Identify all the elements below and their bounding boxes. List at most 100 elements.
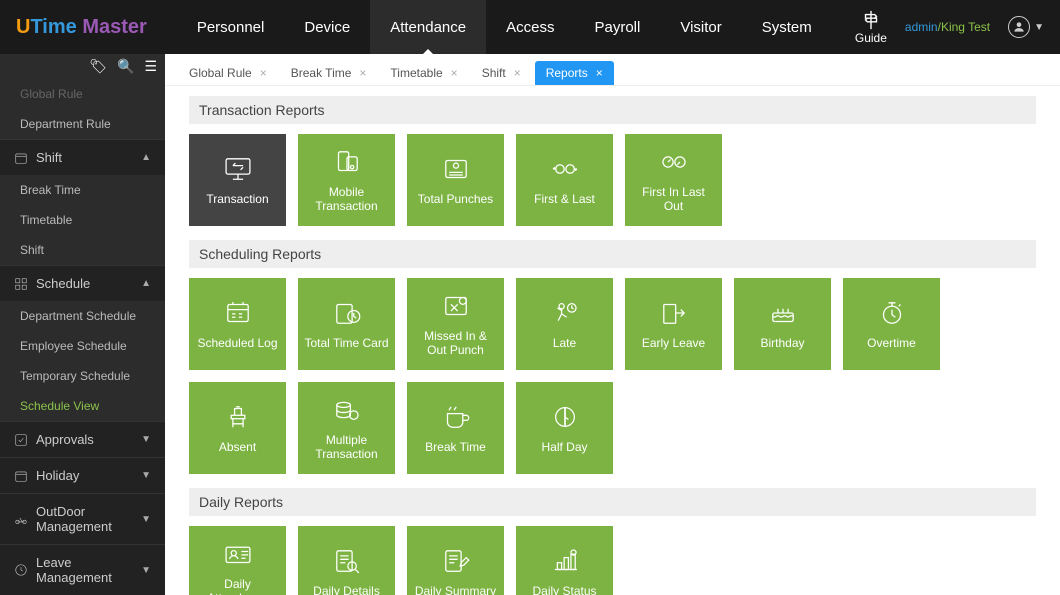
tab-label: Reports (546, 66, 588, 80)
tile-first-last[interactable]: First & Last (516, 134, 613, 226)
tag-icon[interactable]: 🏷 (89, 58, 107, 75)
circles-arrow-icon (657, 147, 691, 177)
list-icon[interactable]: ☰ (144, 58, 157, 75)
section-scheduling-reports: Scheduling Reports (189, 240, 1036, 268)
sidebar-item-employee-schedule[interactable]: Employee Schedule (0, 331, 165, 361)
nav-device[interactable]: Device (284, 0, 370, 54)
main-nav: Personnel Device Attendance Access Payro… (177, 0, 832, 54)
sidebar-item-temporary-schedule[interactable]: Temporary Schedule (0, 361, 165, 391)
tile-first-in-last-out[interactable]: First In Last Out (625, 134, 722, 226)
sidebar: 🏷 🔍 ☰ Global Rule Department Rule Shift … (0, 54, 165, 595)
tile-label: Early Leave (642, 336, 705, 350)
sidebar-item-timetable[interactable]: Timetable (0, 205, 165, 235)
nav-attendance[interactable]: Attendance (370, 0, 486, 54)
close-icon[interactable]: × (451, 66, 458, 80)
tile-daily-attendance[interactable]: Daily Attendance (189, 526, 286, 595)
tile-total-time-card[interactable]: Total Time Card (298, 278, 395, 370)
calendar-icon (14, 151, 28, 165)
user-admin-link[interactable]: admin (905, 20, 938, 34)
tile-mobile-transaction[interactable]: Mobile Transaction (298, 134, 395, 226)
sidebar-group-shift-label: Shift (36, 150, 62, 165)
sidebar-item-department-rule[interactable]: Department Rule (0, 109, 165, 139)
tab-label: Timetable (390, 66, 442, 80)
document-search-icon (330, 546, 364, 576)
tile-label: First In Last Out (631, 185, 716, 214)
sidebar-group-schedule[interactable]: Schedule ▲ (0, 265, 165, 301)
tab-timetable[interactable]: Timetable × (380, 62, 467, 84)
tile-label: Daily Attendance (195, 577, 280, 595)
topbar-right: Guide admin/King Test ▼ (855, 9, 1044, 45)
tab-reports[interactable]: Reports × (535, 61, 614, 85)
close-icon[interactable]: × (514, 66, 521, 80)
tile-label: Overtime (867, 336, 916, 350)
daily-tiles: Daily Attendance Daily Details Daily Sum… (189, 526, 1036, 595)
sidebar-item-schedule-view[interactable]: Schedule View (0, 391, 165, 421)
sidebar-item-shift[interactable]: Shift (0, 235, 165, 265)
half-clock-icon (548, 402, 582, 432)
sidebar-group-outdoor[interactable]: OutDoor Management ▼ (0, 493, 165, 544)
tab-global-rule[interactable]: Global Rule × (179, 62, 277, 84)
logo[interactable]: UTime Master (16, 16, 147, 39)
coffee-cup-icon (439, 402, 473, 432)
tab-break-time[interactable]: Break Time × (281, 62, 377, 84)
tab-label: Break Time (291, 66, 352, 80)
tile-label: Transaction (206, 192, 268, 206)
topbar: UTime Master Personnel Device Attendance… (0, 0, 1060, 54)
chevron-down-icon: ▼ (141, 514, 151, 525)
tile-birthday[interactable]: Birthday (734, 278, 831, 370)
guide-button[interactable]: Guide (855, 9, 887, 45)
time-card-icon (330, 298, 364, 328)
tile-label: Daily Summary (415, 584, 496, 595)
tile-scheduled-log[interactable]: Scheduled Log (189, 278, 286, 370)
tile-daily-details[interactable]: Daily Details (298, 526, 395, 595)
tile-transaction[interactable]: Transaction (189, 134, 286, 226)
tab-label: Global Rule (189, 66, 252, 80)
tile-daily-status[interactable]: Daily Status (516, 526, 613, 595)
tile-label: Total Punches (418, 192, 493, 206)
sidebar-item-department-schedule[interactable]: Department Schedule (0, 301, 165, 331)
tile-label: Half Day (541, 440, 587, 454)
nav-system[interactable]: System (742, 0, 832, 54)
sidebar-group-shift[interactable]: Shift ▲ (0, 139, 165, 175)
tile-overtime[interactable]: Overtime (843, 278, 940, 370)
search-icon[interactable]: 🔍 (117, 58, 134, 75)
tile-half-day[interactable]: Half Day (516, 382, 613, 474)
coins-stack-icon (330, 395, 364, 425)
tile-missed-punch[interactable]: Missed In & Out Punch (407, 278, 504, 370)
id-card-icon (221, 539, 255, 569)
tile-early-leave[interactable]: Early Leave (625, 278, 722, 370)
running-late-icon (548, 298, 582, 328)
nav-payroll[interactable]: Payroll (574, 0, 660, 54)
tile-absent[interactable]: Absent (189, 382, 286, 474)
tile-total-punches[interactable]: Total Punches (407, 134, 504, 226)
nav-visitor[interactable]: Visitor (660, 0, 741, 54)
tile-label: Birthday (760, 336, 804, 350)
logo-part-master: Master (77, 16, 147, 38)
tile-label: Scheduled Log (197, 336, 277, 350)
tab-shift[interactable]: Shift× (472, 62, 531, 84)
tile-late[interactable]: Late (516, 278, 613, 370)
guide-label: Guide (855, 31, 887, 45)
tile-multiple-transaction[interactable]: Multiple Transaction (298, 382, 395, 474)
user-menu[interactable]: ▼ (1008, 16, 1044, 38)
tile-daily-summary[interactable]: Daily Summary (407, 526, 504, 595)
sidebar-group-holiday[interactable]: Holiday ▼ (0, 457, 165, 493)
tile-break-time[interactable]: Break Time (407, 382, 504, 474)
logo-part-time: Time (30, 16, 76, 38)
chevron-down-icon: ▼ (141, 434, 151, 445)
tile-label: Absent (219, 440, 256, 454)
sidebar-item-break-time[interactable]: Break Time (0, 175, 165, 205)
tab-bar: Global Rule × Break Time × Timetable × Shif… (165, 54, 1060, 86)
nav-access[interactable]: Access (486, 0, 574, 54)
sidebar-group-schedule-label: Schedule (36, 276, 90, 291)
sidebar-item-global-rule[interactable]: Global Rule (0, 79, 165, 109)
sidebar-group-approvals[interactable]: Approvals ▼ (0, 421, 165, 457)
tile-label: Mobile Transaction (304, 185, 389, 214)
sidebar-group-leave[interactable]: Leave Management ▼ (0, 544, 165, 595)
close-icon[interactable]: × (596, 66, 603, 80)
tile-label: Daily Details (313, 584, 380, 595)
tile-label: Daily Status (532, 584, 596, 595)
close-icon[interactable]: × (260, 66, 267, 80)
nav-personnel[interactable]: Personnel (177, 0, 285, 54)
close-icon[interactable]: × (359, 66, 366, 80)
